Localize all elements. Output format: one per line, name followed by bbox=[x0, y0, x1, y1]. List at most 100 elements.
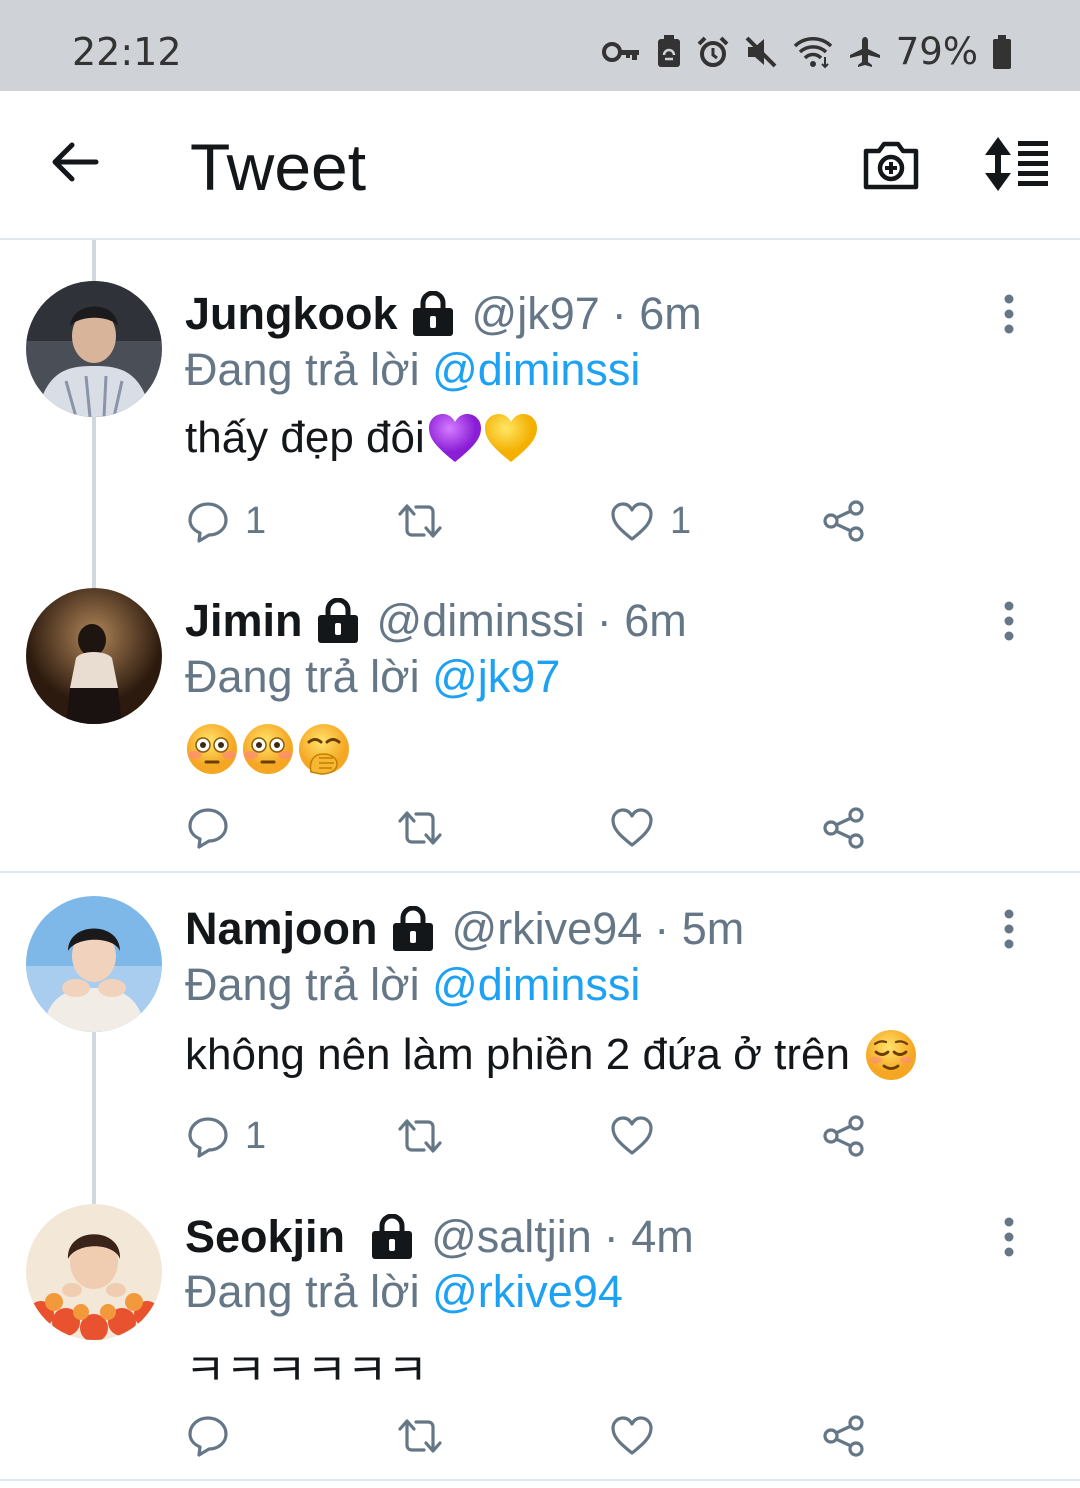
avatar[interactable] bbox=[26, 281, 162, 417]
share-action[interactable] bbox=[822, 1415, 866, 1457]
mention-link[interactable]: @rkive94 bbox=[432, 1266, 623, 1317]
replying-to-label: Đang trả lời bbox=[185, 651, 420, 702]
author-handle[interactable]: @saltjin bbox=[431, 1211, 592, 1263]
tweet-text: thấy đẹp đôi bbox=[185, 412, 539, 464]
heart-icon bbox=[611, 808, 653, 847]
tweet-time: · 6m bbox=[596, 595, 687, 646]
lock-icon bbox=[372, 1214, 413, 1259]
author-name[interactable]: Seokjin bbox=[185, 1211, 345, 1263]
reply-action[interactable] bbox=[187, 1415, 245, 1457]
page-title: Tweet bbox=[190, 130, 367, 204]
share-icon bbox=[823, 1115, 864, 1157]
replying-to: Đang trả lời @jk97 bbox=[185, 651, 560, 703]
tweet-header: Jungkook @jk97 · 6m bbox=[185, 284, 702, 344]
reply-count: 1 bbox=[245, 500, 267, 542]
share-icon bbox=[823, 1415, 864, 1457]
reply-icon bbox=[188, 501, 228, 543]
flushed-face-emoji bbox=[187, 724, 237, 774]
back-arrow-icon[interactable] bbox=[48, 136, 100, 188]
share-action[interactable] bbox=[822, 500, 866, 542]
author-name[interactable]: Jungkook bbox=[185, 288, 398, 340]
retweet-action[interactable] bbox=[396, 1115, 444, 1157]
author-handle[interactable]: @jk97 bbox=[472, 288, 600, 340]
share-action[interactable] bbox=[822, 1115, 866, 1157]
vpn-key-icon bbox=[601, 41, 639, 62]
alarm-icon bbox=[697, 36, 729, 67]
avatar[interactable] bbox=[26, 896, 162, 1032]
heart-icon bbox=[611, 501, 653, 541]
author-name[interactable]: Namjoon bbox=[185, 903, 378, 955]
battery-percent: 79% bbox=[895, 30, 978, 73]
thread-divider bbox=[0, 1479, 1080, 1481]
replying-to-label: Đang trả lời bbox=[185, 344, 420, 395]
retweet-icon bbox=[398, 811, 442, 845]
reply-icon bbox=[188, 1116, 228, 1158]
tweet-time: · 6m bbox=[611, 288, 702, 339]
retweet-action[interactable] bbox=[396, 500, 444, 542]
mute-icon bbox=[745, 36, 777, 67]
wifi-icon bbox=[793, 36, 832, 68]
tweet-time: · 5m bbox=[654, 903, 745, 954]
mention-link[interactable]: @diminssi bbox=[432, 344, 640, 395]
sort-icon[interactable] bbox=[984, 137, 1050, 191]
more-options-icon[interactable] bbox=[996, 294, 1022, 334]
tweet-text bbox=[185, 722, 351, 776]
yellow-heart-emoji bbox=[484, 414, 537, 462]
like-count: 1 bbox=[670, 500, 692, 542]
author-handle[interactable]: @diminssi bbox=[377, 595, 585, 647]
hand-over-mouth-emoji bbox=[299, 724, 349, 775]
avatar[interactable] bbox=[26, 588, 162, 724]
share-action[interactable] bbox=[822, 807, 866, 849]
thread-line bbox=[92, 240, 96, 282]
tweet-time: · 4m bbox=[603, 1211, 694, 1262]
thread-line bbox=[92, 1032, 96, 1204]
status-time: 22:12 bbox=[72, 30, 182, 74]
flushed-face-emoji bbox=[243, 724, 293, 774]
like-action[interactable] bbox=[610, 807, 654, 849]
tweet-text-content: thấy đẹp đôi bbox=[185, 413, 425, 462]
tweet-text: ㅋㅋㅋㅋㅋㅋ bbox=[185, 1334, 428, 1398]
heart-icon bbox=[611, 1116, 653, 1155]
like-action[interactable] bbox=[610, 1415, 654, 1457]
retweet-icon bbox=[398, 504, 442, 538]
thread-line bbox=[92, 416, 96, 588]
app-bar: Tweet bbox=[0, 91, 1080, 240]
replying-to: Đang trả lời @diminssi bbox=[185, 959, 640, 1011]
tweet-header: Jimin @diminssi · 6m bbox=[185, 591, 687, 651]
avatar[interactable] bbox=[26, 1204, 162, 1340]
mention-link[interactable]: @jk97 bbox=[432, 651, 560, 702]
replying-to-label: Đang trả lời bbox=[185, 1266, 420, 1317]
like-action[interactable]: 1 bbox=[610, 500, 691, 543]
reply-action[interactable]: 1 bbox=[187, 500, 266, 543]
status-icons: 79% bbox=[601, 30, 1012, 73]
more-options-icon[interactable] bbox=[996, 601, 1022, 641]
reply-action[interactable] bbox=[187, 807, 245, 849]
replying-to-label: Đang trả lời bbox=[185, 959, 420, 1010]
author-handle[interactable]: @rkive94 bbox=[452, 903, 643, 955]
retweet-icon bbox=[398, 1119, 442, 1153]
tweet-text-content: không nên làm phiền 2 đứa ở trên bbox=[185, 1030, 850, 1079]
camera-add-icon[interactable] bbox=[862, 139, 920, 191]
retweet-action[interactable] bbox=[396, 1415, 444, 1457]
like-action[interactable] bbox=[610, 1115, 654, 1157]
more-options-icon[interactable] bbox=[996, 909, 1022, 949]
battery-icon bbox=[993, 34, 1011, 69]
share-icon bbox=[823, 807, 864, 849]
airplane-icon bbox=[849, 36, 880, 67]
reply-count: 1 bbox=[245, 1115, 267, 1157]
thread-divider bbox=[0, 871, 1080, 873]
mention-link[interactable]: @diminssi bbox=[432, 959, 640, 1010]
purple-heart-emoji bbox=[428, 414, 481, 462]
tweet-text-content: ㅋㅋㅋㅋㅋㅋ bbox=[185, 1345, 428, 1396]
author-name[interactable]: Jimin bbox=[185, 595, 303, 647]
retweet-action[interactable] bbox=[396, 807, 444, 849]
replying-to: Đang trả lời @diminssi bbox=[185, 344, 640, 396]
lock-icon bbox=[317, 598, 358, 643]
reply-action[interactable]: 1 bbox=[187, 1115, 266, 1158]
reply-icon bbox=[188, 1416, 228, 1457]
tweet-header: Seokjin @saltjin · 4m bbox=[185, 1207, 694, 1267]
relieved-face-emoji bbox=[865, 1030, 916, 1080]
more-options-icon[interactable] bbox=[996, 1217, 1022, 1257]
tweet-text: không nên làm phiền 2 đứa ở trên bbox=[185, 1028, 918, 1082]
tweet-header: Namjoon @rkive94 · 5m bbox=[185, 899, 744, 959]
